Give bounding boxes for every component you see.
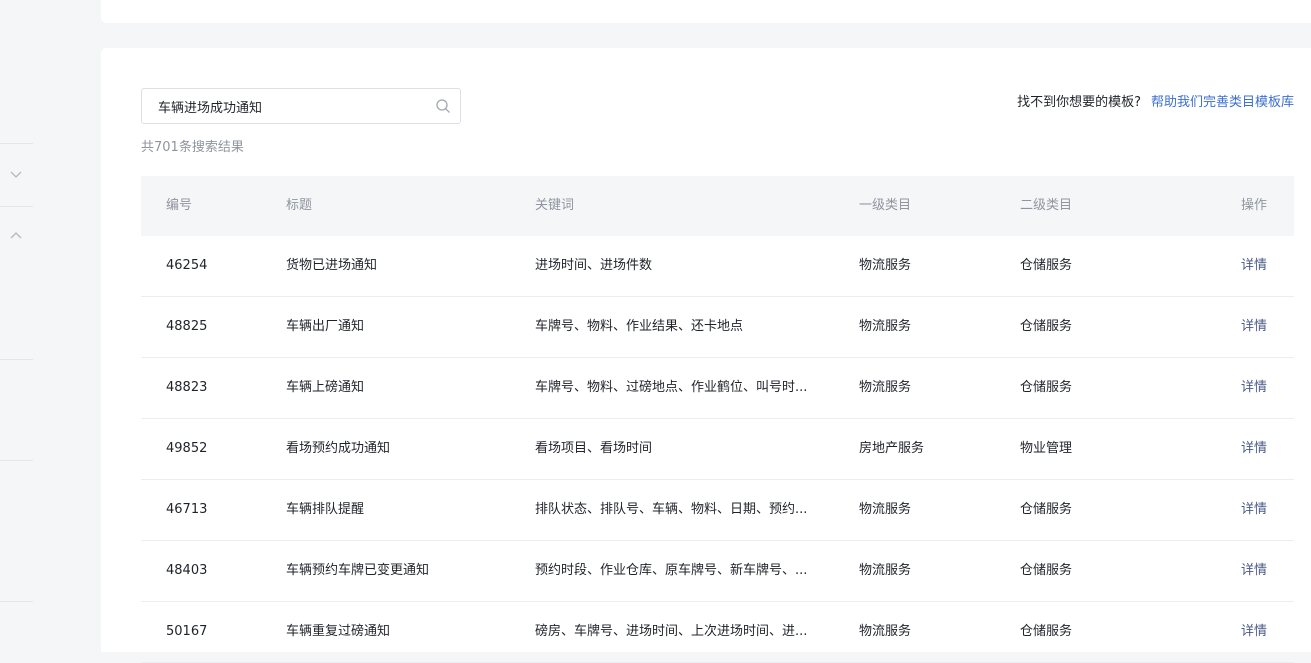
- detail-link[interactable]: 详情: [1241, 358, 1281, 418]
- table-row: 50167 车辆重复过磅通知 磅房、车牌号、进场时间、上次进场时间、进... 物…: [141, 602, 1294, 663]
- cell-category1: 物流服务: [859, 563, 912, 578]
- search-input[interactable]: [158, 89, 428, 123]
- cell-id: 48825: [166, 319, 208, 334]
- cell-keywords: 排队状态、排队号、车辆、物料、日期、预约...: [535, 502, 808, 517]
- cell-keywords: 磅房、车牌号、进场时间、上次进场时间、进...: [535, 624, 808, 639]
- cell-category1: 物流服务: [859, 258, 912, 273]
- cell-category1: 物流服务: [859, 380, 912, 395]
- cell-title: 看场预约成功通知: [286, 441, 391, 456]
- cell-category2: 仓储服务: [1020, 502, 1073, 517]
- cell-keywords: 车牌号、物料、作业结果、还卡地点: [535, 319, 744, 334]
- result-count: 共701条搜索结果: [141, 140, 244, 155]
- table-row: 48825 车辆出厂通知 车牌号、物料、作业结果、还卡地点 物流服务 仓储服务 …: [141, 297, 1294, 358]
- cell-category1: 物流服务: [859, 319, 912, 334]
- sidebar-divider: [0, 601, 33, 602]
- sidebar-divider: [0, 206, 33, 207]
- cell-title: 车辆排队提醒: [286, 502, 365, 517]
- cell-title: 车辆上磅通知: [286, 380, 365, 395]
- detail-link[interactable]: 详情: [1241, 236, 1281, 296]
- search-icon[interactable]: [435, 98, 451, 114]
- cell-keywords: 进场时间、进场件数: [535, 258, 653, 273]
- table-row: 49852 看场预约成功通知 看场项目、看场时间 房地产服务 物业管理 详情: [141, 419, 1294, 480]
- cell-id: 50167: [166, 624, 208, 639]
- cell-category2: 仓储服务: [1020, 624, 1073, 639]
- cell-category2: 仓储服务: [1020, 319, 1073, 334]
- header-id: 编号: [166, 198, 193, 213]
- table-row: 46254 货物已进场通知 进场时间、进场件数 物流服务 仓储服务 详情: [141, 236, 1294, 297]
- detail-link[interactable]: 详情: [1241, 419, 1281, 479]
- cell-category1: 物流服务: [859, 624, 912, 639]
- chevron-up-icon[interactable]: [9, 229, 23, 243]
- header-category2: 二级类目: [1020, 198, 1073, 213]
- search-box[interactable]: [141, 88, 461, 124]
- cell-category2: 仓储服务: [1020, 258, 1073, 273]
- cell-category1: 物流服务: [859, 502, 912, 517]
- chevron-down-icon[interactable]: [9, 167, 23, 181]
- header-keywords: 关键词: [535, 198, 575, 213]
- sidebar: [0, 0, 33, 652]
- cell-category2: 物业管理: [1020, 441, 1073, 456]
- cell-id: 46254: [166, 258, 208, 273]
- cell-title: 货物已进场通知: [286, 258, 378, 273]
- detail-link[interactable]: 详情: [1241, 541, 1281, 601]
- cell-id: 46713: [166, 502, 208, 517]
- header-action: 操作: [1241, 198, 1268, 213]
- detail-link[interactable]: 详情: [1241, 602, 1281, 662]
- sidebar-divider: [0, 143, 33, 144]
- cell-title: 车辆预约车牌已变更通知: [286, 563, 430, 578]
- cell-title: 车辆出厂通知: [286, 319, 365, 334]
- cell-id: 48403: [166, 563, 208, 578]
- header-title: 标题: [286, 198, 313, 213]
- help-question: 找不到你想要的模板?: [1017, 95, 1141, 110]
- cell-category2: 仓储服务: [1020, 563, 1073, 578]
- help-improve-link[interactable]: 帮助我们完善类目模板库: [1151, 95, 1294, 110]
- cell-id: 48823: [166, 380, 208, 395]
- cell-keywords: 看场项目、看场时间: [535, 441, 653, 456]
- detail-link[interactable]: 详情: [1241, 297, 1281, 357]
- cell-id: 49852: [166, 441, 208, 456]
- sidebar-divider: [0, 359, 33, 360]
- cell-keywords: 预约时段、作业仓库、原车牌号、新车牌号、...: [535, 563, 808, 578]
- cell-title: 车辆重复过磅通知: [286, 624, 391, 639]
- cell-category2: 仓储服务: [1020, 380, 1073, 395]
- detail-link[interactable]: 详情: [1241, 480, 1281, 540]
- table-row: 46713 车辆排队提醒 排队状态、排队号、车辆、物料、日期、预约... 物流服…: [141, 480, 1294, 541]
- help-prompt: 找不到你想要的模板? 帮助我们完善类目模板库: [1017, 91, 1294, 110]
- table-header: 编号 标题 关键词 一级类目 二级类目 操作: [141, 176, 1294, 236]
- table-row: 48823 车辆上磅通知 车牌号、物料、过磅地点、作业鹤位、叫号时... 物流服…: [141, 358, 1294, 419]
- table-row: 48403 车辆预约车牌已变更通知 预约时段、作业仓库、原车牌号、新车牌号、..…: [141, 541, 1294, 602]
- template-table: 编号 标题 关键词 一级类目 二级类目 操作 46254 货物已进场通知 进场时…: [141, 176, 1294, 663]
- top-panel: [101, 0, 1311, 23]
- header-category1: 一级类目: [859, 198, 912, 213]
- cell-keywords: 车牌号、物料、过磅地点、作业鹤位、叫号时...: [535, 380, 808, 395]
- sidebar-divider: [0, 460, 33, 461]
- cell-category1: 房地产服务: [859, 441, 925, 456]
